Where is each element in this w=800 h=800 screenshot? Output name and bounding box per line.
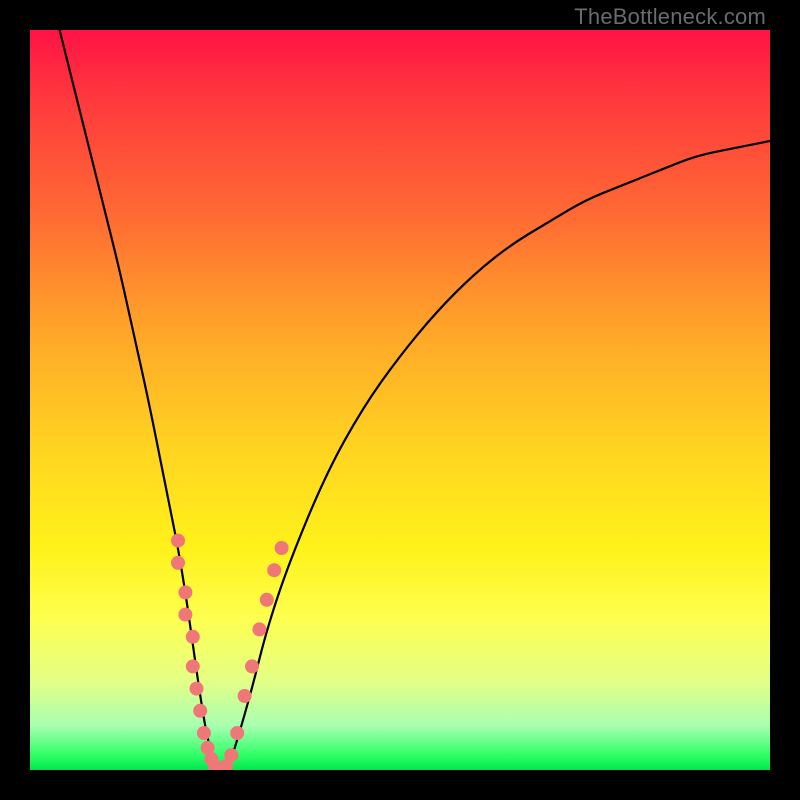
data-marker — [178, 585, 192, 599]
chart-svg — [30, 30, 770, 770]
data-marker — [267, 563, 281, 577]
chart-frame: TheBottleneck.com — [0, 0, 800, 800]
watermark-text: TheBottleneck.com — [574, 4, 766, 30]
data-marker — [238, 689, 252, 703]
plot-area — [30, 30, 770, 770]
data-marker — [190, 682, 204, 696]
data-marker — [193, 704, 207, 718]
data-marker — [171, 534, 185, 548]
bottleneck-curve — [60, 30, 770, 768]
data-marker — [178, 608, 192, 622]
data-marker — [197, 726, 211, 740]
data-marker — [245, 659, 259, 673]
data-marker — [252, 622, 266, 636]
data-marker — [224, 748, 238, 762]
data-marker — [230, 726, 244, 740]
data-marker — [171, 556, 185, 570]
data-marker — [275, 541, 289, 555]
data-marker — [186, 630, 200, 644]
data-marker — [186, 659, 200, 673]
data-marker — [260, 593, 274, 607]
